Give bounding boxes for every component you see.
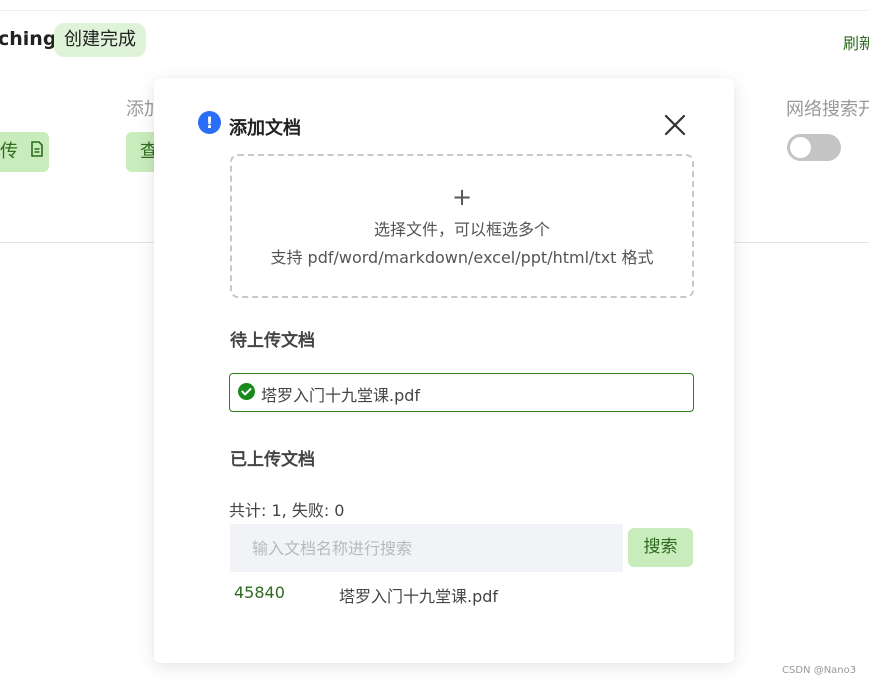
watermark: CSDN @Nano3	[782, 665, 857, 676]
pending-section-title: 待上传文档	[230, 331, 315, 351]
page-title: ching	[0, 28, 57, 50]
status-badge: 创建完成	[54, 23, 146, 57]
close-button[interactable]	[662, 112, 688, 138]
file-dropzone[interactable]: + 选择文件，可以框选多个 支持 pdf/word/markdown/excel…	[230, 154, 694, 298]
add-document-dialog: ! 添加文档 + 选择文件，可以框选多个 支持 pdf/word/markdow…	[154, 78, 734, 663]
uploaded-section-title: 已上传文档	[230, 450, 315, 470]
pending-file-name: 塔罗入门十九堂课.pdf	[261, 386, 421, 405]
document-id[interactable]: 45840	[234, 583, 285, 602]
pending-file-item[interactable]: 塔罗入门十九堂课.pdf	[229, 373, 694, 412]
dropzone-hint: 选择文件，可以框选多个	[373, 220, 550, 239]
document-search-input[interactable]	[230, 524, 623, 572]
dropzone-formats: 支持 pdf/word/markdown/excel/ppt/html/txt …	[270, 248, 654, 267]
check-circle-icon	[238, 383, 255, 400]
plus-icon: +	[451, 183, 473, 211]
web-search-toggle[interactable]	[787, 134, 841, 161]
exclamation-circle-icon: !	[198, 111, 221, 134]
dialog-title: 添加文档	[229, 118, 301, 139]
top-divider	[0, 10, 869, 11]
upload-stats: 共计: 1, 失败: 0	[229, 501, 345, 520]
uploaded-document-row[interactable]: 45840 塔罗入门十九堂课.pdf	[234, 583, 694, 607]
upload-button[interactable]: 传	[0, 132, 49, 172]
search-button[interactable]: 搜索	[628, 528, 693, 567]
upload-button-label: 传	[0, 141, 18, 162]
refresh-link[interactable]: 刷新	[843, 30, 869, 54]
close-icon	[664, 114, 686, 136]
web-search-label: 网络搜索开	[786, 99, 869, 120]
document-name: 塔罗入门十九堂课.pdf	[339, 587, 499, 606]
document-icon	[30, 132, 44, 172]
